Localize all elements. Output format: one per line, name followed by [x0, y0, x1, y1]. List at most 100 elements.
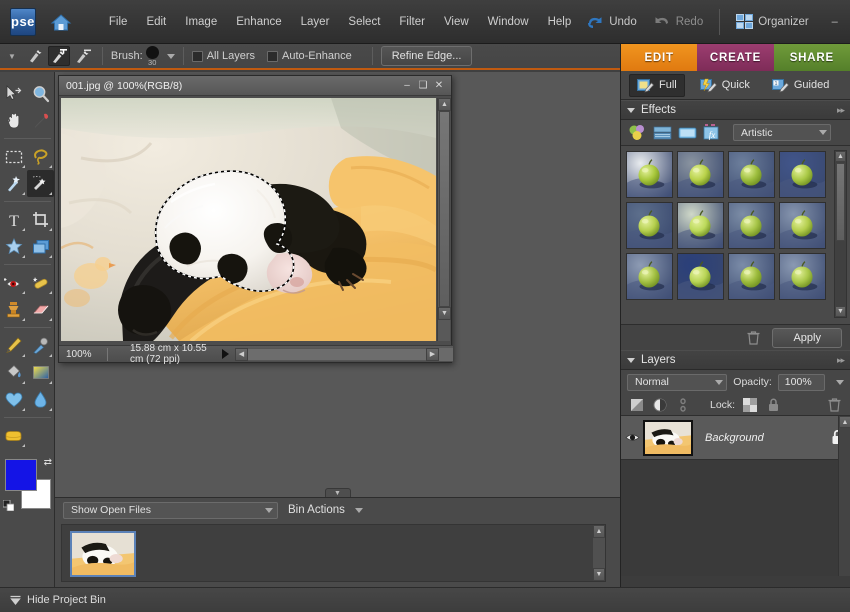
marquee-tool[interactable] — [0, 143, 27, 170]
resize-grip[interactable] — [439, 348, 453, 361]
menu-select[interactable]: Select — [341, 12, 387, 32]
effect-thumbnail[interactable] — [626, 202, 673, 249]
menu-edit[interactable]: Edit — [139, 12, 173, 32]
bin-filter-select[interactable]: Show Open Files — [63, 502, 278, 519]
workspace-divider-handle[interactable]: ▼ — [325, 488, 351, 497]
document-title-bar[interactable]: 001.jpg @ 100%(RGB/8) – ❑ ✕ — [59, 76, 451, 96]
edit-mode-full[interactable]: Full — [629, 74, 685, 97]
tab-create[interactable]: CREATE — [697, 44, 773, 71]
clone-stamp-tool[interactable] — [0, 296, 27, 323]
lasso-tool[interactable] — [27, 143, 54, 170]
photo-effects-icon[interactable] — [677, 123, 698, 142]
sponge-tool[interactable] — [0, 422, 27, 449]
effect-thumbnail[interactable] — [677, 202, 724, 249]
opacity-dropdown-icon[interactable] — [836, 380, 844, 385]
healing-brush-tool[interactable] — [27, 269, 54, 296]
scroll-thumb[interactable] — [439, 111, 450, 307]
hand-tool[interactable] — [0, 107, 27, 134]
redo-button[interactable]: Redo — [645, 11, 712, 33]
delete-layer-icon[interactable] — [826, 397, 842, 413]
document-close-button[interactable]: ✕ — [431, 79, 447, 93]
status-menu-arrow[interactable] — [222, 349, 229, 359]
shape-tool[interactable] — [0, 386, 27, 413]
effect-thumbnail[interactable] — [779, 253, 826, 300]
layer-thumbnail[interactable] — [643, 420, 693, 456]
refine-edge-button[interactable]: Refine Edge... — [381, 46, 473, 66]
lock-transparency-icon[interactable] — [742, 397, 758, 413]
bin-thumbnail[interactable] — [70, 531, 136, 577]
undo-button[interactable]: Undo — [578, 11, 645, 33]
lock-all-icon[interactable] — [765, 397, 781, 413]
effects-scroll-thumb[interactable] — [836, 163, 845, 241]
adjustment-layer-icon[interactable] — [652, 397, 668, 413]
selection-brush-tool[interactable] — [27, 170, 54, 197]
bin-scroll-up[interactable]: ▲ — [593, 525, 605, 538]
brush-tool[interactable] — [27, 332, 54, 359]
menu-view[interactable]: View — [437, 12, 476, 32]
document-minimize-button[interactable]: – — [399, 79, 415, 93]
options-collapse-icon[interactable]: ▼ — [8, 52, 16, 61]
layers-panel-menu-icon[interactable]: ▸▸ — [837, 355, 844, 366]
eraser-tool[interactable] — [27, 296, 54, 323]
apply-effect-button[interactable]: Apply — [772, 328, 842, 348]
eyedropper-tool[interactable] — [27, 107, 54, 134]
red-eye-tool[interactable] — [0, 269, 27, 296]
paint-bucket-tool[interactable] — [0, 359, 27, 386]
document-maximize-button[interactable]: ❑ — [415, 79, 431, 93]
crop-tool[interactable] — [27, 206, 54, 233]
layers-panel-header[interactable]: Layers ▸▸ — [621, 350, 850, 370]
organizer-button[interactable]: Organizer — [728, 10, 817, 33]
layer-styles-icon[interactable] — [652, 123, 673, 142]
zoom-level[interactable]: 100% — [59, 349, 107, 360]
scroll-up-arrow[interactable]: ▲ — [438, 98, 451, 111]
status-scroll-left[interactable]: ◀ — [235, 348, 248, 361]
layer-visibility-icon[interactable] — [621, 432, 643, 443]
gradient-tool[interactable] — [27, 359, 54, 386]
swap-colors-icon[interactable]: ⇄ — [44, 457, 52, 468]
layers-scrollbar[interactable]: ▲ — [838, 416, 850, 576]
zoom-tool[interactable] — [27, 80, 54, 107]
effects-scroll-up[interactable]: ▲ — [835, 151, 846, 162]
fx-icon[interactable]: fx — [702, 123, 723, 142]
filters-icon[interactable] — [627, 123, 648, 142]
menu-file[interactable]: File — [102, 12, 135, 32]
document-vertical-scrollbar[interactable]: ▲ ▼ — [437, 98, 450, 341]
all-layers-checkbox[interactable]: All Layers — [192, 50, 255, 62]
brush-preview[interactable]: 30 — [146, 46, 159, 66]
effects-panel-header[interactable]: Effects ▸▸ — [621, 100, 850, 120]
scroll-down-arrow[interactable]: ▼ — [438, 307, 451, 320]
effect-thumbnail[interactable] — [728, 151, 775, 198]
new-selection-icon[interactable] — [24, 46, 46, 66]
cookie-cutter-tool[interactable] — [0, 233, 27, 260]
effect-thumbnail[interactable] — [677, 253, 724, 300]
menu-layer[interactable]: Layer — [294, 12, 337, 32]
menu-window[interactable]: Window — [481, 12, 536, 32]
menu-image[interactable]: Image — [178, 12, 224, 32]
brush-dropdown-icon[interactable] — [167, 54, 175, 59]
effect-thumbnail[interactable] — [728, 253, 775, 300]
opacity-value[interactable]: 100% — [778, 374, 825, 391]
auto-enhance-checkbox[interactable]: Auto-Enhance — [267, 50, 352, 62]
effect-thumbnail[interactable] — [779, 151, 826, 198]
blend-mode-select[interactable]: Normal — [627, 374, 727, 391]
magic-wand-tool[interactable] — [0, 170, 27, 197]
effect-thumbnail[interactable] — [728, 202, 775, 249]
tab-edit[interactable]: EDIT — [621, 44, 697, 71]
hide-project-bin-button[interactable]: Hide Project Bin — [10, 594, 106, 606]
menu-filter[interactable]: Filter — [392, 12, 432, 32]
effects-panel-menu-icon[interactable]: ▸▸ — [837, 105, 844, 116]
layers-scroll-up[interactable]: ▲ — [839, 416, 850, 428]
status-scroll-right[interactable]: ▶ — [426, 348, 439, 361]
image-canvas[interactable] — [61, 98, 436, 341]
pencil-tool[interactable] — [0, 332, 27, 359]
effect-thumbnail[interactable] — [677, 151, 724, 198]
status-scroll-track[interactable] — [248, 348, 426, 361]
effect-thumbnail[interactable] — [626, 151, 673, 198]
menu-enhance[interactable]: Enhance — [229, 12, 288, 32]
bin-scroll-down[interactable]: ▼ — [593, 568, 605, 581]
delete-effect-icon[interactable] — [747, 331, 760, 345]
effect-thumbnail[interactable] — [626, 253, 673, 300]
type-tool[interactable]: T — [0, 206, 27, 233]
default-colors-icon[interactable] — [3, 500, 14, 511]
smudge-tool[interactable] — [27, 386, 54, 413]
